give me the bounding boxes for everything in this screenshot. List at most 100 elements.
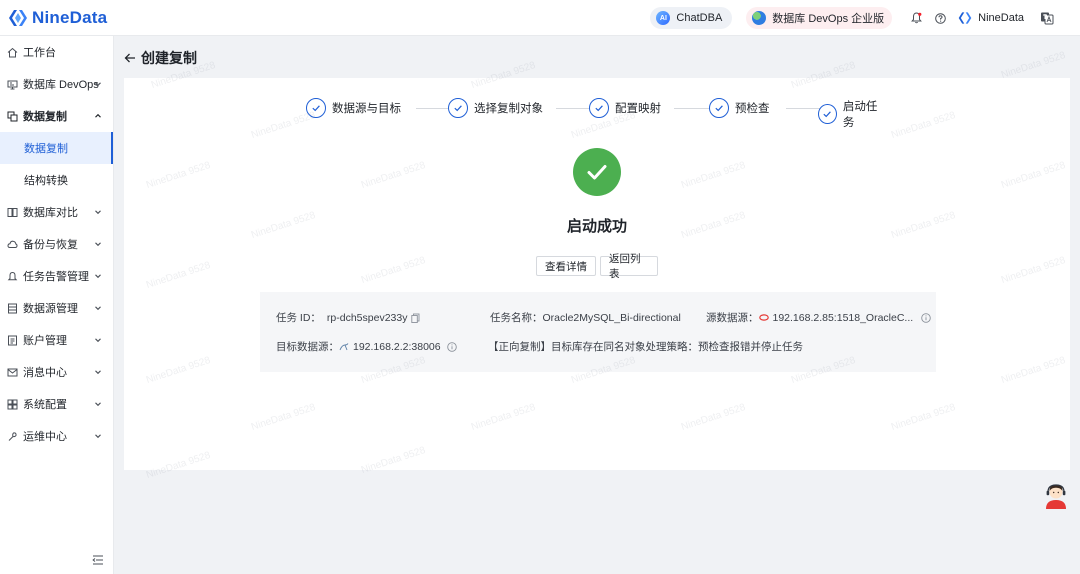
customer-support-icon[interactable]: [1043, 481, 1069, 509]
check-icon: [818, 104, 837, 124]
source-value: 192.168.2.85:1518_OracleC...: [772, 311, 914, 324]
target-row: 目标数据源： 192.168.2.2:38006: [276, 339, 457, 354]
replication-icon: [6, 110, 18, 122]
step-connector: [674, 108, 710, 109]
chevron-down-icon: [95, 370, 101, 375]
task-id-value: rp-dch5spev233y: [326, 311, 408, 324]
sidebar-subitem-schema-convert[interactable]: 结构转换: [0, 164, 113, 196]
sidebar-item-label: 数据复制: [23, 111, 67, 123]
sidebar-item-datasource[interactable]: 数据源管理: [0, 292, 113, 324]
page-title-text: 创建复制: [141, 50, 197, 66]
sidebar-item-label: 数据库对比: [23, 207, 78, 219]
sidebar-item-workbench[interactable]: 工作台: [0, 36, 113, 68]
sidebar-item-ops-center[interactable]: 运维中心: [0, 420, 113, 452]
chevron-down-icon: [95, 402, 101, 407]
step-mapping: 配置映射: [589, 98, 661, 118]
sidebar-item-label: 数据源管理: [23, 303, 78, 315]
chatdba-button[interactable]: AI ChatDBA: [650, 7, 733, 29]
config-icon: [6, 398, 18, 410]
sidebar-item-label: 账户管理: [23, 335, 67, 347]
watermark: NineData 9528: [999, 49, 1067, 82]
back-arrow-icon[interactable]: [124, 52, 136, 64]
sidebar-item-accounts[interactable]: 账户管理: [0, 324, 113, 356]
sidebar-item-label: 结构转换: [24, 175, 68, 187]
sidebar-item-messages[interactable]: 消息中心: [0, 356, 113, 388]
chevron-down-icon: [95, 338, 101, 343]
mysql-icon: [339, 342, 349, 352]
task-name-value: Oracle2MySQL_Bi-directional: [542, 311, 681, 324]
sidebar-item-compare[interactable]: 数据库对比: [0, 196, 113, 228]
strategy-row: 【正向复制】目标库存在同名对象处理策略：预检查报错并停止任务: [488, 339, 803, 354]
page-title: 创建复制: [124, 48, 197, 68]
info-icon[interactable]: [446, 341, 457, 352]
chevron-down-icon: [95, 434, 101, 439]
step-label: 启动任务: [842, 101, 878, 129]
sidebar-item-label: 工作台: [23, 47, 56, 59]
view-details-button[interactable]: 查看详情: [536, 256, 596, 276]
step-label: 选择复制对象: [474, 103, 543, 115]
check-icon: [448, 98, 468, 118]
chevron-up-icon: [95, 113, 101, 118]
ninedata-logo-icon: [9, 9, 27, 26]
step-progress: 数据源与目标 选择复制对象 配置映射 预检查 启动任务: [306, 98, 886, 129]
brand-logo[interactable]: NineData: [8, 8, 107, 28]
task-name-label: 任务名称：: [490, 312, 543, 324]
user-logo-icon: [958, 12, 972, 24]
task-name-row: 任务名称： Oracle2MySQL_Bi-directional: [490, 310, 681, 325]
sidebar-item-label: 消息中心: [23, 367, 67, 379]
chevron-down-icon: [95, 242, 101, 247]
sidebar-item-label: 系统配置: [23, 399, 67, 411]
sidebar-item-backup[interactable]: 备份与恢复: [0, 228, 113, 260]
bell-icon[interactable]: [909, 11, 923, 25]
account-icon: [6, 334, 18, 346]
chevron-down-icon: [95, 306, 101, 311]
alarm-icon: [6, 270, 18, 282]
sidebar-item-label: 数据复制: [24, 143, 68, 155]
sidebar-item-label: 数据库 DevOps: [23, 79, 99, 91]
target-value: 192.168.2.2:38006: [353, 340, 441, 353]
step-start-task: 启动任务: [818, 98, 886, 130]
help-icon[interactable]: [933, 11, 947, 25]
chevron-down-icon: [95, 82, 101, 87]
sidebar-item-system-config[interactable]: 系统配置: [0, 388, 113, 420]
check-icon: [589, 98, 609, 118]
sidebar-item-alarms[interactable]: 任务告警管理: [0, 260, 113, 292]
backup-icon: [6, 238, 18, 250]
target-label: 目标数据源：: [276, 341, 339, 353]
user-menu[interactable]: NineData: [958, 11, 1024, 25]
chevron-down-icon: [95, 210, 101, 215]
language-switch-icon[interactable]: [1040, 11, 1054, 25]
task-id-row: 任务 ID： rp-dch5spev233y: [276, 310, 420, 325]
step-connector: [416, 108, 452, 109]
datasource-icon: [6, 302, 18, 314]
chevron-down-icon: [95, 274, 101, 279]
step-precheck: 预检查: [709, 98, 770, 118]
compare-icon: [6, 206, 18, 218]
sidebar-item-label: 备份与恢复: [23, 239, 78, 251]
success-title: 启动成功: [566, 218, 627, 235]
back-to-list-button[interactable]: 返回列表: [600, 253, 658, 280]
message-icon: [6, 366, 18, 378]
sidebar-item-devops[interactable]: 数据库 DevOps: [0, 68, 113, 100]
collapse-sidebar-icon[interactable]: [92, 554, 104, 566]
step-connector: [786, 108, 822, 109]
info-icon[interactable]: [921, 312, 931, 323]
source-row: 源数据源： 192.168.2.85:1518_OracleC...: [706, 310, 931, 325]
sidebar-item-replication[interactable]: 数据复制: [0, 100, 113, 132]
chatdba-label: ChatDBA: [676, 12, 723, 24]
step-label: 配置映射: [615, 103, 661, 115]
check-icon: [709, 98, 729, 118]
step-datasource: 数据源与目标: [306, 98, 401, 118]
top-header: NineData AI ChatDBA 数据库 DevOps 企业版 NineD…: [0, 0, 1080, 36]
sidebar-subitem-replication[interactable]: 数据复制: [0, 132, 113, 164]
ai-icon: AI: [656, 11, 671, 25]
oracle-icon: [758, 314, 769, 321]
edition-badge[interactable]: 数据库 DevOps 企业版: [746, 7, 893, 29]
ops-icon: [6, 430, 18, 442]
step-connector: [556, 108, 592, 109]
step-label: 预检查: [735, 103, 770, 115]
sidebar: 工作台 数据库 DevOps 数据复制 数据复制 结构转换 数据库对比 备份与恢…: [0, 36, 114, 574]
check-icon: [306, 98, 326, 118]
user-name: NineData: [978, 12, 1024, 24]
copy-icon[interactable]: [411, 313, 420, 323]
